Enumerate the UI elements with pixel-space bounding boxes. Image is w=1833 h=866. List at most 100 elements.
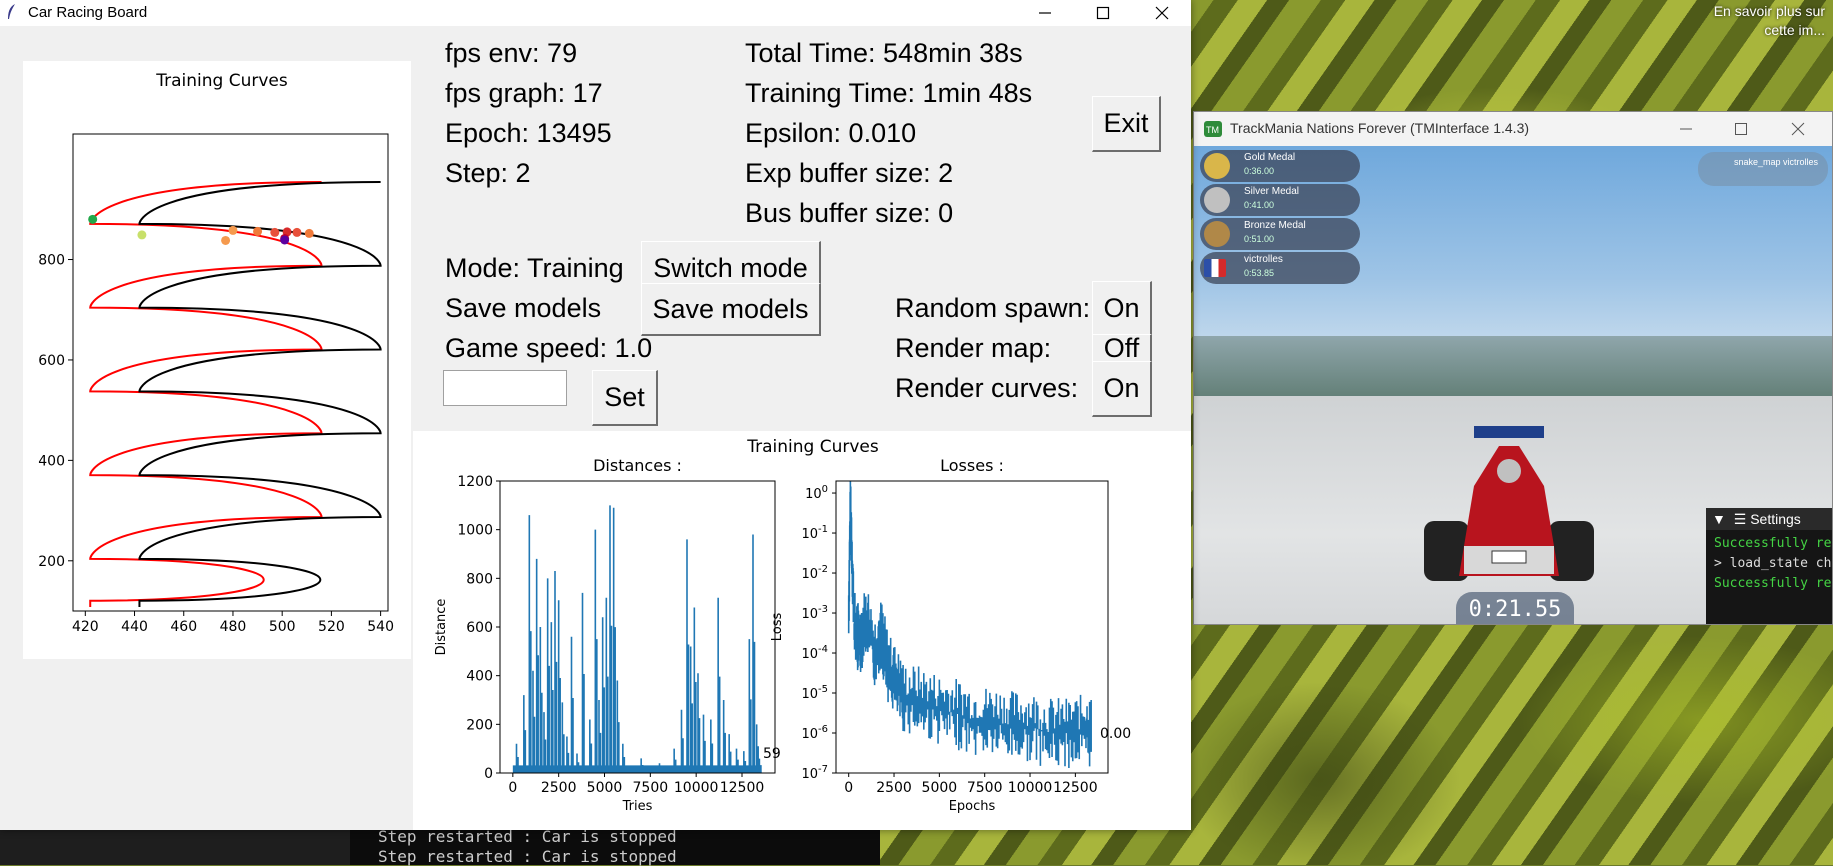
x-tick-label: 2500 xyxy=(541,780,577,796)
car-racing-board-window[interactable]: Car Racing Board Training Curves 420 440 4… xyxy=(0,0,1191,830)
medal-gold: Gold Medal 0:36.00 xyxy=(1200,150,1360,182)
medal-time: 0:41.00 xyxy=(1244,200,1275,210)
medal-bronze: Bronze Medal 0:51.00 xyxy=(1200,218,1360,250)
render-map-label: Render map: xyxy=(895,333,1052,363)
epsilon-label: Epsilon: 0.010 xyxy=(745,118,917,148)
maximize-icon xyxy=(1096,6,1110,20)
menu-icon: ☰ xyxy=(1733,511,1747,527)
car-position-point xyxy=(253,226,263,236)
maximize-icon[interactable] xyxy=(1734,122,1748,136)
silver-medal-icon xyxy=(1204,187,1230,213)
settings-title: Settings xyxy=(1750,511,1801,527)
terminal-window: Step restarted : Car is stopped Step res… xyxy=(0,825,880,866)
minimize-icon xyxy=(1039,12,1051,14)
car-position-point xyxy=(270,227,280,237)
y-tick-label: 0 xyxy=(484,766,493,782)
maximize-button[interactable] xyxy=(1074,0,1132,26)
random-spawn-label: Random spawn: xyxy=(895,293,1091,323)
exit-button[interactable]: Exit xyxy=(1092,96,1161,152)
car-position-point xyxy=(280,235,290,245)
exp-buffer-label: Exp buffer size: 2 xyxy=(745,158,954,188)
x-tick-label: 0 xyxy=(844,780,853,796)
y-tick-label: 400 xyxy=(466,669,493,685)
minimize-button[interactable] xyxy=(1016,0,1074,26)
race-timer: 0:21.55 xyxy=(1456,592,1574,624)
chevron-down-icon[interactable]: ▼ xyxy=(1712,511,1726,527)
trackmania-titlebar[interactable]: TM TrackMania Nations Forever (TMInterfa… xyxy=(1194,112,1832,146)
gold-medal-icon xyxy=(1204,153,1230,179)
map-info: snake_map victrolles xyxy=(1698,152,1828,186)
x-tick-label: 12500 xyxy=(720,780,765,796)
x-tick-label: 5000 xyxy=(922,780,958,796)
game-speed-input[interactable] xyxy=(443,370,567,406)
france-flag-icon xyxy=(1204,259,1226,277)
y-tick-label: 600 xyxy=(38,353,65,369)
training-curves-chart: Training Curves Distances : Tries Distance… xyxy=(413,431,1191,830)
bus-buffer-label: Bus buffer size: 0 xyxy=(745,198,954,228)
game-speed-label: Game speed: 1.0 xyxy=(445,333,653,363)
car-position-point xyxy=(221,235,231,245)
settings-panel[interactable]: ▼ ☰ Settings Successfully re > load_stat… xyxy=(1706,508,1832,624)
window-titlebar[interactable]: Car Racing Board xyxy=(0,0,1191,26)
y-tick-label: 200 xyxy=(38,554,65,570)
x-tick-label: 520 xyxy=(318,619,345,635)
player-time: 0:53.85 xyxy=(1244,268,1275,278)
x-tick-label: 7500 xyxy=(967,780,1003,796)
render-curves-toggle[interactable]: On xyxy=(1092,361,1152,417)
player-name: victrolles xyxy=(1244,254,1283,265)
epoch-label: Epoch: 13495 xyxy=(445,118,612,148)
window-title: Car Racing Board xyxy=(28,4,148,21)
x-tick-label: 0 xyxy=(508,780,517,796)
medal-name: Silver Medal xyxy=(1244,186,1300,197)
x-tick-label: 10000 xyxy=(674,780,719,796)
console-line: Successfully re xyxy=(1714,576,1832,591)
render-curves-label: Render curves: xyxy=(895,373,1079,403)
terminal-side-panel xyxy=(0,825,350,865)
fps-graph-label: fps graph: 17 xyxy=(445,78,603,108)
y-tick-label: 200 xyxy=(466,717,493,733)
console-line: > load_state ch xyxy=(1714,556,1832,571)
game-viewport[interactable]: Gold Medal 0:36.00 Silver Medal 0:41.00 … xyxy=(1194,146,1832,624)
x-tick-label: 460 xyxy=(170,619,197,635)
settings-header[interactable]: ▼ ☰ Settings xyxy=(1706,508,1832,530)
x-tick-label: 440 xyxy=(121,619,148,635)
x-axis-label: Epochs xyxy=(949,799,996,814)
trackmania-title: TrackMania Nations Forever (TMInterface … xyxy=(1230,120,1530,136)
save-models-button[interactable]: Save models xyxy=(641,283,821,336)
medal-name: Gold Medal xyxy=(1244,152,1296,163)
trackmania-window[interactable]: TM TrackMania Nations Forever (TMInterfa… xyxy=(1193,111,1833,625)
player-record: victrolles 0:53.85 xyxy=(1200,252,1360,284)
x-tick-label: 2500 xyxy=(876,780,912,796)
chart-title: Training Curves xyxy=(155,71,288,91)
medal-time: 0:51.00 xyxy=(1244,234,1275,244)
x-tick-label: 7500 xyxy=(633,780,669,796)
x-tick-label: 12500 xyxy=(1053,780,1098,796)
x-tick-label: 10000 xyxy=(1008,780,1053,796)
mode-label: Mode: Training xyxy=(445,253,624,283)
feather-icon xyxy=(8,4,15,19)
minimize-icon[interactable] xyxy=(1679,122,1693,136)
y-tick-label: 1200 xyxy=(457,474,493,490)
y-tick-label: 800 xyxy=(38,253,65,269)
random-spawn-toggle[interactable]: On xyxy=(1092,281,1152,337)
subplot-title: Losses : xyxy=(940,456,1004,475)
last-value-annotation: 0.00 xyxy=(1100,726,1131,742)
car-position-point xyxy=(137,230,147,240)
race-car-icon xyxy=(1424,426,1594,581)
render-map-toggle[interactable]: Off xyxy=(1092,333,1152,364)
subplot-title: Distances : xyxy=(593,456,682,475)
close-icon[interactable] xyxy=(1791,122,1805,136)
wallpaper-caption[interactable]: En savoir plus sur cette im... xyxy=(1685,2,1825,40)
console-line: Successfully re xyxy=(1714,536,1832,551)
x-axis-label: Tries xyxy=(622,799,653,814)
chart-title: Training Curves xyxy=(746,437,879,457)
x-tick-label: 500 xyxy=(269,619,296,635)
close-button[interactable] xyxy=(1133,0,1191,26)
fps-env-label: fps env: 79 xyxy=(445,38,578,68)
medal-name: Bronze Medal xyxy=(1244,220,1306,231)
terminal-line: Step restarted : Car is stopped xyxy=(378,847,677,866)
car-position-point xyxy=(292,227,302,237)
set-button[interactable]: Set xyxy=(592,370,658,426)
car-position-point xyxy=(304,228,314,238)
svg-text:TM: TM xyxy=(1206,125,1219,135)
